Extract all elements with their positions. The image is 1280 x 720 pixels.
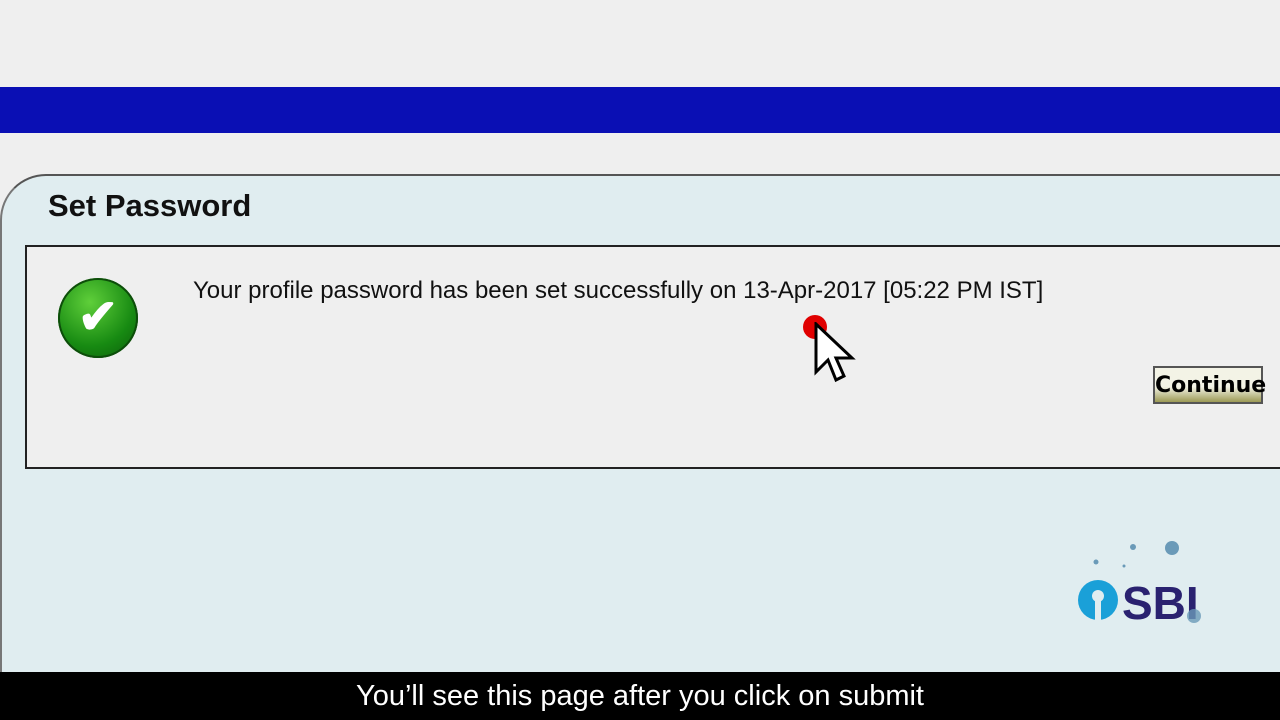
success-message: Your profile password has been set succe… bbox=[193, 277, 1044, 304]
continue-button[interactable]: Continue bbox=[1153, 366, 1266, 404]
svg-text:SBI: SBI bbox=[1122, 577, 1199, 629]
header-bar bbox=[0, 87, 1280, 133]
sbi-logo: SBI bbox=[1078, 541, 1201, 629]
dialog-title: Set Password bbox=[48, 188, 252, 223]
mouse-cursor-icon bbox=[814, 322, 856, 383]
success-check-icon: ✔ bbox=[58, 278, 138, 358]
video-caption: You’ll see this page after you click on … bbox=[0, 672, 1280, 720]
